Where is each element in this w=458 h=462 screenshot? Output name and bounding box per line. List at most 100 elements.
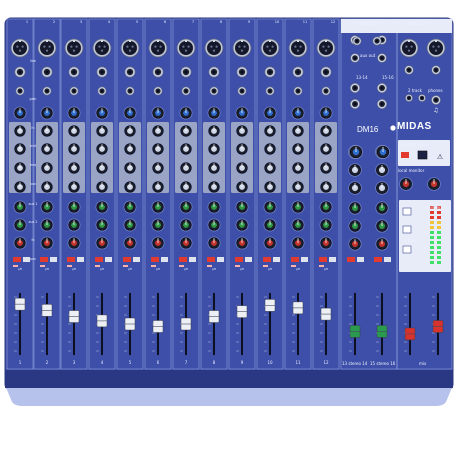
fader-channel-number: 7 [185, 360, 188, 365]
xlr-input-ch-pin-3 [100, 49, 104, 52]
xlr-input-ch-pin-1 [154, 45, 157, 48]
meter-led-left [430, 236, 434, 239]
two-track-to-monitor-button[interactable] [402, 245, 412, 254]
xlr-input-ch-pin-1 [322, 45, 325, 48]
line-input-jack-core [18, 70, 22, 74]
xlr-input-ch-pin-1 [238, 45, 241, 48]
pfl-label: pfl [100, 267, 104, 271]
solo-button[interactable] [161, 257, 168, 262]
xlr-input-ch-pin-2 [159, 45, 162, 48]
solo-button[interactable] [133, 257, 140, 262]
meter-led-left [430, 216, 434, 219]
mute-button[interactable] [179, 257, 187, 262]
fx-to-aux-button[interactable] [402, 207, 412, 216]
line-input-jack-core [184, 70, 188, 74]
stereo-solo-button[interactable] [384, 257, 391, 262]
phantom-led [401, 152, 409, 158]
mute-button[interactable] [123, 257, 131, 262]
main-mix-fader-left-track [409, 293, 411, 355]
xlr-input-ch-latch [101, 40, 103, 42]
insert-jack-core [296, 89, 300, 93]
xlr-input-ch-pin-1 [70, 45, 73, 48]
channel-fader-track [241, 293, 243, 355]
stereo-mute-button[interactable] [374, 257, 382, 262]
solo-button[interactable] [273, 257, 280, 262]
solo-button[interactable] [329, 257, 336, 262]
fader-channel-number: 4 [101, 360, 104, 365]
solo-button[interactable] [77, 257, 84, 262]
xlr-input-ch-socket [151, 41, 165, 55]
stereo-mute-button[interactable] [347, 257, 355, 262]
channel-number: 12 [331, 20, 336, 24]
xlr-input-ch-pin-1 [126, 45, 129, 48]
xlr-input-ch-pin-1 [266, 45, 269, 48]
warning-icon: ⚠ [437, 153, 444, 161]
xlr-input-ch-pin-3 [212, 49, 216, 52]
section-local-monitor: local monitor [398, 168, 425, 173]
two-track-to-mix-button[interactable] [402, 225, 412, 234]
header-aux-out: aux out [360, 53, 376, 58]
xlr-input-ch-pin-1 [16, 45, 19, 48]
mute-button[interactable] [235, 257, 243, 262]
main-out-xlr-left-socket [402, 41, 416, 55]
main-out-xlr-right-pin-3 [434, 49, 438, 52]
fader-channel-number: 11 [295, 360, 301, 365]
xlr-input-ch-pin-2 [271, 45, 274, 48]
xlr-input-ch-latch [46, 40, 48, 42]
meter-led-right [437, 231, 441, 234]
channel-number: 11 [303, 20, 308, 24]
channel-fader-track [325, 293, 327, 355]
xlr-input-ch-latch [269, 40, 271, 42]
xlr-input-ch-socket [291, 41, 305, 55]
xlr-input-ch-latch [129, 40, 131, 42]
pfl-label: pfl [128, 267, 132, 271]
monitor-out-jack-left-core [355, 39, 359, 43]
channel-number: 3 [80, 20, 82, 24]
mute-button[interactable] [207, 257, 215, 262]
row-label: low [30, 182, 36, 186]
solo-button[interactable] [105, 257, 112, 262]
stereo-input-right-core [380, 56, 384, 60]
xlr-input-ch-latch [185, 40, 187, 42]
meter-led-right [437, 246, 441, 249]
mute-button[interactable] [95, 257, 103, 262]
channel-number: 10 [275, 20, 280, 24]
mute-button[interactable] [40, 257, 48, 262]
xlr-input-ch-pin-2 [21, 45, 24, 48]
insert-jack-core [212, 89, 216, 93]
mute-button[interactable] [151, 257, 159, 262]
stereo-solo-button[interactable] [357, 257, 364, 262]
solo-button[interactable] [50, 257, 57, 262]
solo-button[interactable] [301, 257, 308, 262]
main-out-xlr-right-pin-1 [432, 45, 435, 48]
xlr-input-ch-latch [297, 40, 299, 42]
xlr-input-ch-latch [157, 40, 159, 42]
mute-button[interactable] [67, 257, 75, 262]
insert-jack-core [156, 89, 160, 93]
mute-button[interactable] [13, 257, 21, 262]
main-out-xlr-right-pin-2 [437, 45, 440, 48]
solo-button[interactable] [23, 257, 30, 262]
solo-button[interactable] [217, 257, 224, 262]
pfl-label: pfl [45, 267, 49, 271]
xlr-input-ch-pin-1 [182, 45, 185, 48]
xlr-input-ch-pin-3 [156, 49, 160, 52]
row-label: mid [30, 144, 36, 148]
meter-led-right [437, 226, 441, 229]
xlr-input-ch-pin-3 [45, 49, 49, 52]
row-label: gain [30, 97, 37, 101]
row-label: aux 1 [29, 202, 38, 206]
main-out-jack-left-core [407, 68, 411, 72]
line-input-jack-core [324, 70, 328, 74]
section-phantom-power: phantom power [398, 142, 430, 147]
insert-jack-core [240, 89, 244, 93]
solo-button[interactable] [189, 257, 196, 262]
meter-led-right [437, 256, 441, 259]
mute-button[interactable] [319, 257, 327, 262]
section-2-track: 2 track [404, 238, 418, 243]
solo-button[interactable] [245, 257, 252, 262]
mute-button[interactable] [263, 257, 271, 262]
phantom-power-button[interactable] [417, 150, 428, 160]
mute-button[interactable] [291, 257, 299, 262]
monitor-out-jack-right-core [375, 39, 379, 43]
